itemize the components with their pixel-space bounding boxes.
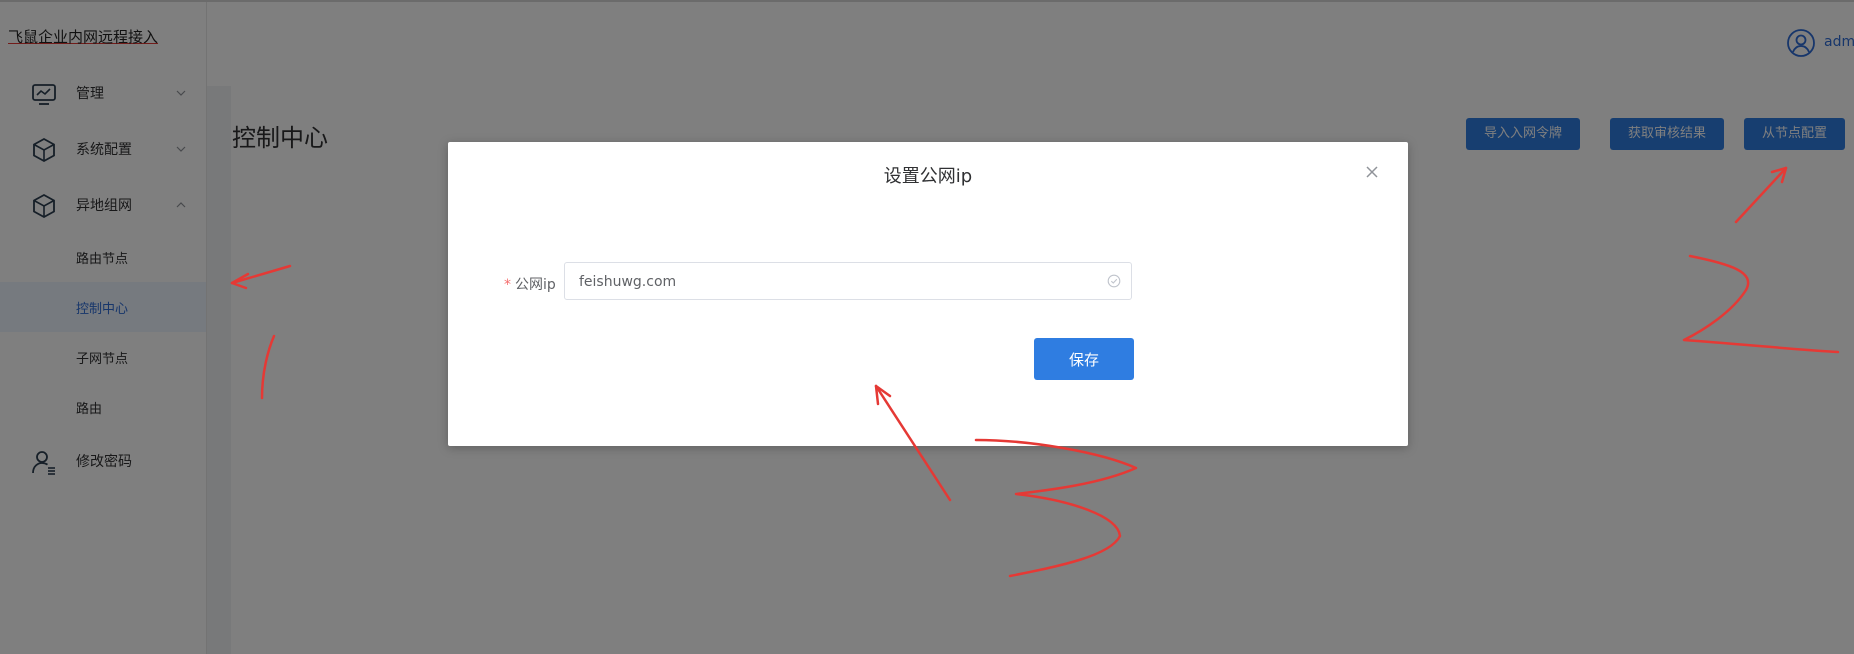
public-ip-label: * 公网ip [504,274,556,294]
check-circle-icon [1107,274,1121,288]
required-mark: * [504,277,511,293]
close-icon[interactable] [1364,164,1380,180]
save-button[interactable]: 保存 [1034,338,1134,380]
public-ip-value: feishuwg.com [579,274,677,290]
set-public-ip-dialog: 设置公网ip * 公网ip feishuwg.com 保存 [448,142,1408,446]
public-ip-input[interactable]: feishuwg.com [564,262,1132,300]
dialog-title: 设置公网ip [883,166,973,187]
public-ip-label-text: 公网ip [515,277,556,293]
